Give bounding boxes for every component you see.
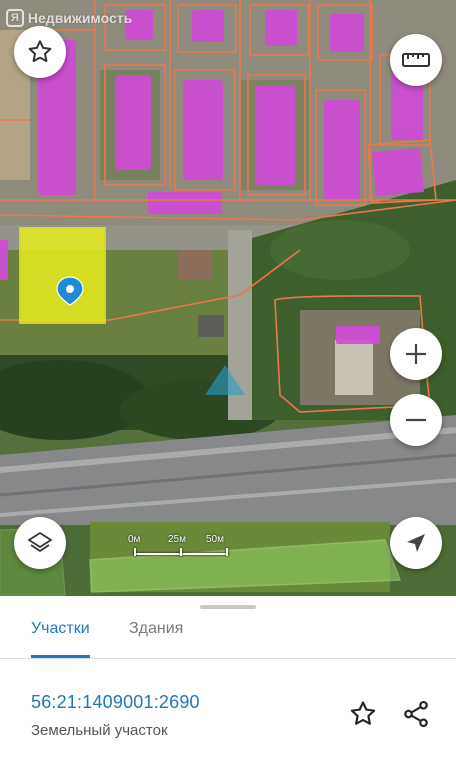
scale-tick [180,548,182,556]
tab-buildings[interactable]: Здания [129,614,183,658]
cadastral-number[interactable]: 56:21:1409001:2690 [31,692,200,713]
sheet-drag-handle[interactable] [200,605,256,609]
scale-label-25: 25м [168,534,186,545]
map-view[interactable]: Я Недвижимость 0м 25м 50м [0,0,456,596]
scale-label-0: 0м [128,534,141,545]
minus-icon [406,418,426,422]
star-outline-icon [350,701,376,725]
tab-parcels[interactable]: Участки [31,614,90,658]
share-icon [404,700,428,728]
watermark-text: Недвижимость [27,10,133,26]
scale-label-50: 50м [206,534,224,545]
locate-button[interactable] [390,517,442,569]
watermark-badge: Я [6,9,24,27]
tab-parcels-label: Участки [31,620,90,637]
navigation-arrow-icon [407,534,425,552]
ruler-button[interactable] [390,34,442,86]
scale-tick [226,548,228,556]
layers-icon [28,532,52,552]
zoom-in-button[interactable] [390,328,442,380]
add-to-favorites-button[interactable] [347,698,379,730]
ruler-icon [402,53,430,67]
plus-icon [406,344,426,364]
zoom-out-button[interactable] [390,394,442,446]
yandex-watermark: Я Недвижимость [6,9,132,27]
favorite-button[interactable] [14,26,66,78]
satellite-imagery [0,0,456,596]
map-scale: 0м 25м 50м [128,534,238,564]
tabs-divider [0,658,456,659]
tab-buildings-label: Здания [129,620,184,637]
bottom-sheet: Участки Здания 56:21:1409001:2690 Земель… [0,596,456,768]
parcel-type: Земельный участок [31,722,168,739]
scale-tick [134,548,136,556]
share-button[interactable] [400,698,432,730]
star-outline-icon [28,40,52,63]
layers-button[interactable] [14,517,66,569]
